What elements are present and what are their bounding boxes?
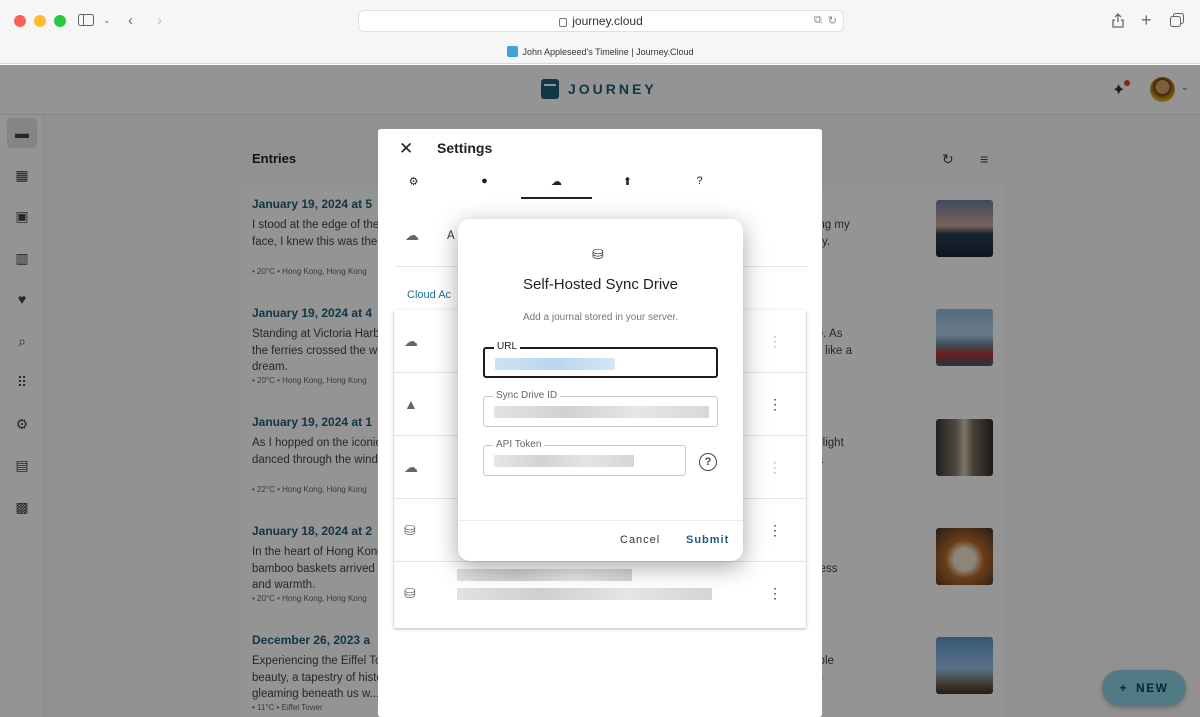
cloud-sync-icon: ☁ bbox=[551, 176, 562, 188]
zoom-window-button[interactable] bbox=[54, 15, 66, 27]
cloud-add-icon: ☁ bbox=[405, 227, 419, 243]
browser-chrome: ⌄ ‹ › journey.cloud ⧉ ↻ + John Appleseed… bbox=[0, 0, 1200, 64]
tab-general[interactable]: ⚙ bbox=[378, 175, 449, 199]
favicon-icon bbox=[506, 46, 518, 57]
tab-account[interactable]: ● bbox=[449, 175, 520, 199]
sync-drive-modal: ⛁ Self-Hosted Sync Drive Add a journal s… bbox=[458, 219, 743, 561]
reload-icon[interactable]: ↻ bbox=[828, 14, 837, 27]
tab-export[interactable]: ⬆ bbox=[592, 175, 663, 199]
forward-icon[interactable]: › bbox=[157, 10, 162, 30]
cancel-button[interactable]: Cancel bbox=[620, 534, 660, 546]
tab-title: John Appleseed's Timeline | Journey.Clou… bbox=[522, 46, 694, 57]
new-tab-icon[interactable]: + bbox=[1141, 10, 1152, 30]
window-controls bbox=[14, 15, 66, 27]
back-icon[interactable]: ‹ bbox=[128, 10, 133, 30]
close-window-button[interactable] bbox=[14, 15, 26, 27]
account-icon: ● bbox=[481, 175, 488, 187]
tab-cloud-sync[interactable]: ☁ bbox=[521, 175, 592, 199]
url-label: URL bbox=[494, 341, 521, 352]
lock-icon bbox=[559, 17, 568, 27]
url-value bbox=[495, 358, 615, 370]
gear-icon: ⚙ bbox=[408, 176, 419, 188]
close-icon[interactable]: ✕ bbox=[399, 139, 413, 159]
drive-icon: ⛁ bbox=[404, 521, 416, 538]
url-field[interactable]: URL bbox=[483, 341, 718, 378]
chevron-down-icon[interactable]: ⌄ bbox=[103, 10, 111, 30]
section-label: Cloud Ac bbox=[407, 289, 452, 301]
share-icon[interactable] bbox=[1112, 10, 1124, 30]
modal-subtitle: Add a journal stored in your server. bbox=[522, 312, 679, 323]
modal-footer-divider bbox=[458, 520, 743, 521]
more-icon[interactable]: ⋮ bbox=[768, 585, 782, 602]
more-icon[interactable]: ⋮ bbox=[768, 333, 782, 350]
api-token-value bbox=[494, 455, 634, 467]
minimize-window-button[interactable] bbox=[34, 15, 46, 27]
address-bar[interactable]: journey.cloud ⧉ ↻ bbox=[358, 10, 844, 32]
drive-icon: ⛁ bbox=[404, 585, 416, 601]
submit-button[interactable]: Submit bbox=[686, 534, 729, 546]
sync-drive-id-value bbox=[494, 406, 709, 418]
modal-title: Self-Hosted Sync Drive bbox=[522, 276, 679, 293]
translate-icon[interactable]: ⧉ bbox=[814, 14, 822, 27]
cloud-icon: ☁ bbox=[404, 332, 418, 349]
redacted-text bbox=[457, 588, 712, 600]
address-url: journey.cloud bbox=[572, 14, 643, 28]
redacted-text bbox=[457, 569, 632, 581]
settings-header: ✕ Settings ⚙ ● ☁ ⬆ ? bbox=[378, 129, 822, 199]
sidebar-toggle-icon[interactable] bbox=[78, 10, 94, 30]
more-icon[interactable]: ⋮ bbox=[768, 522, 782, 539]
sync-drive-id-field[interactable]: Sync Drive ID bbox=[483, 390, 718, 427]
tab-help[interactable]: ? bbox=[664, 175, 735, 199]
tabs-overview-icon[interactable] bbox=[1170, 10, 1184, 30]
api-token-label: API Token bbox=[493, 439, 545, 450]
help-icon[interactable]: ? bbox=[699, 453, 717, 471]
google-drive-icon: ▲ bbox=[404, 396, 418, 412]
upload-icon: ⬆ bbox=[622, 176, 633, 188]
drive-icon: ⛁ bbox=[592, 246, 604, 262]
journey-app: JOURNEY ✦ ⌄ ▬ ▦ ▣ ▥ ♥ ⌕ ⠿ ⚙ ▤ ▩ Entries … bbox=[0, 65, 1200, 717]
active-tab[interactable]: John Appleseed's Timeline | Journey.Clou… bbox=[0, 46, 1200, 57]
more-icon[interactable]: ⋮ bbox=[768, 459, 782, 476]
settings-title: Settings bbox=[437, 140, 493, 156]
sync-drive-id-label: Sync Drive ID bbox=[493, 390, 561, 401]
help-icon: ? bbox=[696, 175, 703, 187]
more-icon[interactable]: ⋮ bbox=[768, 396, 782, 413]
api-token-field[interactable]: API Token bbox=[483, 439, 686, 476]
cloud-icon: ☁ bbox=[404, 458, 418, 475]
add-account-label: A bbox=[447, 229, 455, 242]
